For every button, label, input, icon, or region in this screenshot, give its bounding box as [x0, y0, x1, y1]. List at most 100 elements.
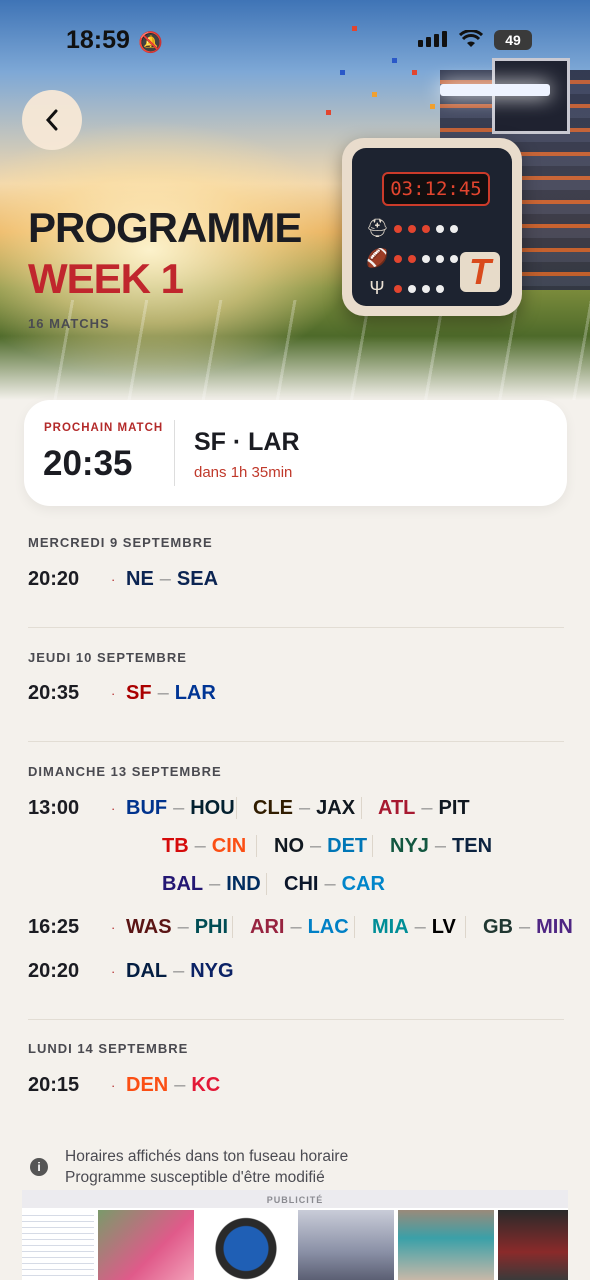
match-item[interactable]: ATL – PIT: [378, 797, 470, 820]
divider: [232, 916, 233, 938]
ad-image[interactable]: [98, 1210, 194, 1280]
day-label: DIMANCHE 13 SEPTEMBRE: [28, 764, 222, 779]
match-dash: –: [290, 916, 302, 938]
match-item[interactable]: BAL – IND: [162, 873, 261, 896]
app-logo: T: [460, 252, 500, 292]
next-match-card[interactable]: PROCHAIN MATCH 20:35 SF · LAR dans 1h 35…: [24, 400, 567, 506]
next-match-teams: SF · LAR: [194, 428, 300, 456]
note-line: Programme susceptible d'être modifié: [65, 1169, 325, 1186]
chevron-left-icon: [45, 109, 58, 131]
confetti: [412, 70, 417, 75]
ad-image[interactable]: [198, 1210, 294, 1280]
match-item[interactable]: WAS – PHI: [126, 916, 228, 939]
match-dash: –: [194, 835, 206, 857]
home-team: CHI: [284, 873, 319, 895]
away-team: KC: [191, 1074, 221, 1096]
match-item[interactable]: MIA – LV: [372, 916, 456, 939]
match-item[interactable]: GB – MIN: [483, 916, 573, 939]
countdown-clock: 03:12:45: [382, 172, 490, 206]
away-team: JAX: [316, 797, 356, 819]
day-header: DIMANCHE 13 SEPTEMBRE: [28, 764, 568, 779]
confetti: [430, 104, 435, 109]
ad-image[interactable]: [22, 1210, 94, 1280]
slot-time: 20:20: [28, 960, 80, 982]
away-team: HOU: [190, 797, 235, 819]
scoreboard-screen: 03:12:45 ⛑ 🏈 Ψ T: [352, 148, 512, 306]
floodlight: [440, 84, 550, 96]
match-item[interactable]: CLE – JAX: [253, 797, 355, 820]
ad-label: PUBLICITÉ: [22, 1190, 568, 1208]
divider: [236, 797, 237, 819]
divider: [28, 1019, 564, 1020]
day-label: JEUDI 10 SEPTEMBRE: [28, 650, 187, 665]
week-title: WEEK 1: [28, 255, 184, 302]
match-item[interactable]: TB – CIN: [162, 835, 246, 858]
match-item[interactable]: NO – DET: [274, 835, 367, 858]
away-team: NYG: [190, 960, 234, 982]
home-team: NYJ: [390, 835, 429, 857]
back-button[interactable]: [22, 90, 82, 150]
home-team: BAL: [162, 873, 204, 895]
slot-time: 20:15: [28, 1074, 80, 1096]
next-match-label: PROCHAIN MATCH: [44, 422, 164, 434]
slot-bullet: ·: [111, 801, 116, 816]
home-team: DEN: [126, 1074, 169, 1096]
match-dash: –: [173, 797, 185, 819]
away-team: PIT: [438, 797, 470, 819]
divider: [28, 627, 564, 628]
home-team: NE: [126, 568, 154, 590]
helmet-icon: ⛑: [366, 218, 389, 238]
match-item[interactable]: DEN – KC: [126, 1074, 220, 1097]
scoreboard-illustration: 03:12:45 ⛑ 🏈 Ψ T: [342, 138, 522, 316]
away-team: CAR: [341, 873, 385, 895]
info-icon: i: [30, 1158, 48, 1176]
match-dash: –: [299, 797, 311, 819]
scoreboard-row: Ψ: [366, 278, 444, 299]
divider: [465, 916, 466, 938]
match-dash: –: [159, 568, 171, 590]
slot-time: 13:00: [28, 797, 80, 819]
away-team: TEN: [452, 835, 493, 857]
divider: [256, 835, 257, 857]
slot-time: 16:25: [28, 916, 80, 938]
home-team: GB: [483, 916, 513, 938]
slot-bullet: ·: [111, 686, 116, 701]
ad-banner[interactable]: PUBLICITÉ: [22, 1190, 568, 1280]
goalpost-icon: Ψ: [369, 278, 385, 298]
home-team: WAS: [126, 916, 172, 938]
match-item[interactable]: DAL – NYG: [126, 960, 234, 983]
wifi-icon: [458, 28, 484, 54]
match-item[interactable]: ARI – LAC: [250, 916, 349, 939]
ad-image[interactable]: [398, 1210, 494, 1280]
match-dash: –: [324, 873, 336, 895]
away-team: SEA: [176, 568, 219, 590]
day-label: MERCREDI 9 SEPTEMBRE: [28, 535, 213, 550]
divider: [174, 420, 175, 486]
status-time: 18:59: [66, 26, 130, 54]
slot-time: 20:20: [28, 568, 80, 590]
match-item[interactable]: SF – LAR: [126, 682, 216, 705]
scoreboard-row: ⛑: [366, 218, 458, 239]
confetti: [340, 70, 345, 75]
bell-muted-icon: 🔕: [138, 32, 163, 54]
match-dash: –: [174, 1074, 186, 1096]
ad-image[interactable]: [498, 1210, 568, 1280]
confetti: [352, 26, 357, 31]
next-match-time: 20:35: [43, 444, 133, 483]
slot-bullet: ·: [111, 964, 116, 979]
divider: [361, 797, 362, 819]
ad-image[interactable]: [298, 1210, 394, 1280]
match-item[interactable]: NYJ – TEN: [390, 835, 492, 858]
confetti: [392, 58, 397, 63]
away-team: MIN: [536, 916, 573, 938]
divider: [266, 873, 267, 895]
match-item[interactable]: NE – SEA: [126, 568, 218, 591]
match-item[interactable]: CHI – CAR: [284, 873, 385, 896]
match-dash: –: [414, 916, 426, 938]
slot-time: 20:35: [28, 682, 80, 704]
cellular-signal-icon: [418, 31, 447, 47]
match-dash: –: [434, 835, 447, 857]
match-item[interactable]: BUF – HOU: [126, 797, 235, 820]
stadium-screen: [492, 58, 570, 134]
match-dash: –: [209, 873, 221, 895]
